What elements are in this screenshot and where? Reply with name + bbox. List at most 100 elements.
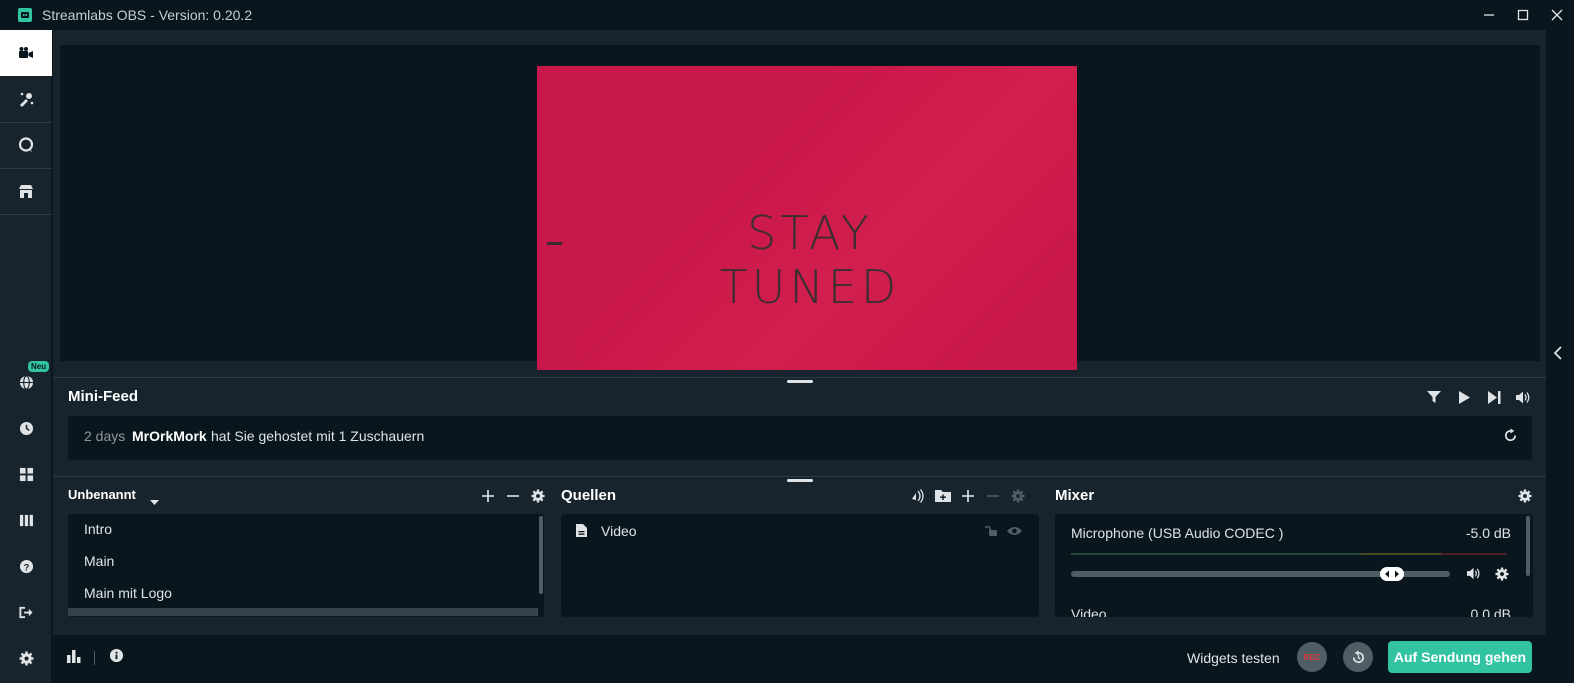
volume-slider-handle[interactable] [1379,567,1404,581]
remove-source-button[interactable] [984,487,1002,505]
logout-icon [19,606,33,618]
feed-skip-button[interactable] [1484,388,1504,406]
file-icon [576,524,587,542]
feed-item-user[interactable]: MrOrkMork [132,428,207,444]
scenes-horizontal-scrollbar[interactable] [68,608,538,616]
feed-play-button[interactable] [1454,388,1474,406]
plus-icon [962,490,974,502]
replay-icon [1352,649,1364,663]
mic-mute-button[interactable] [1467,567,1482,585]
new-badge: Neu [28,361,50,372]
nav-studio[interactable] [0,30,52,76]
close-button[interactable] [1540,0,1574,30]
mic-settings-button[interactable] [1495,567,1509,586]
performance-stats-button[interactable] [67,649,81,668]
folder-plus-icon [935,490,951,502]
title-bar: Streamlabs OBS - Version: 0.20.2 [0,0,1574,30]
feed-resize-handle[interactable] [787,479,813,482]
mixer-settings-button[interactable] [1516,487,1534,505]
scene-item-main[interactable]: Main [84,553,114,569]
gear-icon [1495,567,1509,581]
preview-overlay-text: STAY TUNED [719,206,901,314]
scene-settings-button[interactable] [529,487,547,505]
help-icon: ? [19,559,33,573]
source-settings-button[interactable] [1009,487,1027,505]
source-lock-button[interactable] [984,524,998,542]
source-audio-button[interactable] [909,487,927,505]
replay-buffer-button[interactable] [1343,642,1373,672]
go-live-button[interactable]: Auf Sendung gehen [1388,641,1532,673]
unlock-icon [984,525,997,536]
scene-item-main-mit-logo[interactable]: Main mit Logo [84,585,172,601]
nav-chatbot[interactable] [0,122,52,168]
remove-scene-button[interactable] [504,487,522,505]
arrows-horizontal-icon [1384,570,1399,578]
right-panel-toggle[interactable] [1546,30,1574,635]
add-source-button[interactable] [959,487,977,505]
layout-icon [19,467,33,481]
sources-title: Quellen [561,487,617,504]
feed-repeat-button[interactable] [1503,428,1518,448]
close-icon [1551,9,1563,21]
chevron-left-icon [1553,346,1562,360]
record-button[interactable]: REC [1297,642,1327,672]
minus-icon [987,495,999,497]
eye-icon [1007,527,1022,535]
maximize-button[interactable] [1506,0,1540,30]
preview-resize-handle[interactable] [787,380,813,383]
preview-canvas[interactable]: STAY TUNED [537,66,1077,370]
nav-recording-history[interactable] [0,405,52,451]
mixer-channel-db: 0.0 dB [1470,606,1511,617]
nav-help[interactable]: ? [0,543,52,589]
mixer-title: Mixer [1055,487,1095,504]
scenes-scrollbar[interactable] [539,516,543,594]
info-button[interactable] [109,648,124,668]
scene-item-intro[interactable]: Intro [84,521,112,537]
paint-icon [20,92,34,107]
side-nav: Neu ? [0,30,52,683]
maximize-icon [1517,9,1529,21]
source-item-video[interactable]: Video [601,523,637,539]
add-source-folder-button[interactable] [934,487,952,505]
sources-list: Video [561,514,1039,617]
feed-item-message: hat Sie gehostet mit 1 Zuschauern [211,428,425,444]
mixer-scrollbar[interactable] [1526,516,1530,576]
svg-text:?: ? [23,562,29,572]
bar-chart-icon [67,650,81,663]
gear-icon [18,650,34,666]
minus-icon [507,495,519,497]
store-icon [19,185,33,198]
gear-icon [1518,489,1532,503]
minifeed-list: 2 days MrOrkMork hat Sie gehostet mit 1 … [68,416,1532,460]
nav-logout[interactable] [0,589,52,635]
add-scene-button[interactable] [479,487,497,505]
mixer-channel-name: Video [1071,606,1107,617]
preview-marker [547,242,562,245]
nav-settings[interactable] [0,635,52,681]
columns-icon [19,514,33,526]
mixer-channel-db: -5.0 dB [1465,525,1511,541]
skip-icon [1487,390,1500,404]
nav-layout[interactable] [0,451,52,497]
scenes-list: Intro Main Main mit Logo [68,514,544,617]
scene-collection-dropdown[interactable] [150,493,159,511]
nav-store[interactable] [0,168,52,214]
minimize-button[interactable] [1472,0,1506,30]
mixer-list: Microphone (USB Audio CODEC ) -5.0 dB Vi… [1055,514,1533,617]
globe-icon [19,374,33,390]
feed-volume-button[interactable] [1514,388,1534,406]
scene-collection-title[interactable]: Unbenannt [68,487,136,502]
feed-filter-button[interactable] [1424,388,1444,406]
stream-preview[interactable]: STAY TUNED [60,45,1540,370]
info-icon [109,648,124,663]
volume-meter [1071,553,1507,555]
source-visibility-button[interactable] [1007,524,1022,542]
widgets-test-button[interactable]: Widgets testen [1187,650,1280,666]
minimize-icon [1484,14,1494,16]
minifeed-title: Mini-Feed [68,388,138,405]
nav-themes[interactable] [0,76,52,122]
volume-icon [1516,391,1530,403]
nav-studio-mode[interactable] [0,497,52,543]
sound-waves-icon [912,489,924,503]
refresh-icon [1504,428,1517,442]
